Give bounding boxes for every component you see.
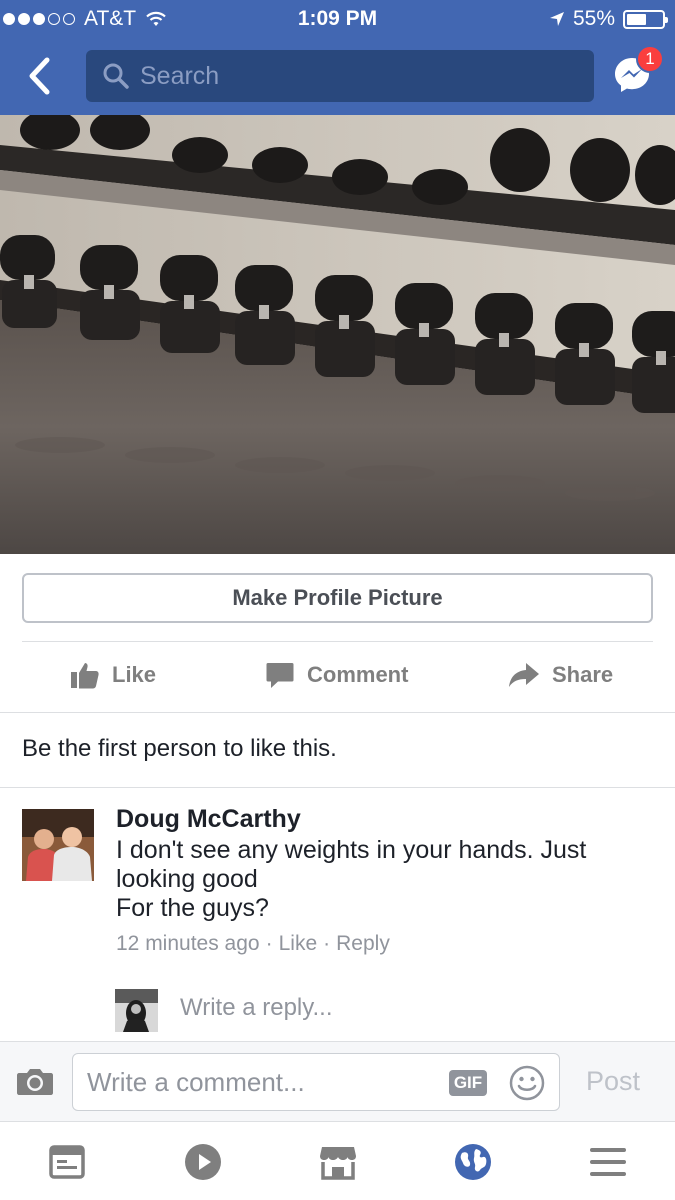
current-user-avatar — [115, 989, 158, 1032]
share-arrow-icon — [509, 663, 539, 687]
share-label: Share — [552, 662, 614, 687]
battery-percent: 55% — [572, 7, 615, 30]
tab-video[interactable] — [183, 1142, 223, 1182]
video-play-icon — [185, 1144, 221, 1180]
comment-input[interactable] — [87, 1066, 427, 1098]
post-photo[interactable] — [0, 115, 675, 554]
commenter-avatar[interactable] — [22, 809, 94, 881]
tab-marketplace[interactable] — [318, 1142, 358, 1182]
share-button[interactable]: Share — [508, 660, 613, 690]
battery-icon — [623, 9, 668, 29]
likes-summary: Be the first person to like this. — [22, 735, 337, 762]
comment-input-box[interactable]: GIF — [72, 1053, 560, 1111]
divider — [22, 641, 653, 642]
bottom-tab-bar — [0, 1121, 675, 1200]
tab-notifications[interactable] — [453, 1142, 493, 1182]
gif-button[interactable]: GIF — [449, 1070, 487, 1096]
comment-body: I don't see any weights in your hands. J… — [116, 836, 656, 923]
emoji-icon[interactable] — [509, 1065, 545, 1101]
thumbs-up-icon — [71, 663, 99, 689]
comment-bubble-icon — [266, 663, 294, 688]
like-label: Like — [112, 662, 157, 687]
search-bar[interactable] — [86, 50, 594, 102]
globe-icon — [455, 1144, 491, 1180]
tab-menu[interactable] — [588, 1142, 628, 1182]
post-button[interactable]: Post — [586, 1066, 640, 1097]
reply-input[interactable]: Write a reply... — [180, 994, 332, 1022]
comment-reply-link[interactable]: Reply — [336, 932, 390, 956]
search-icon — [103, 63, 129, 89]
comment-line: looking good — [116, 865, 258, 893]
like-button[interactable]: Like — [70, 660, 156, 690]
meta-separator: · — [265, 932, 273, 955]
status-bar: AT&T 1:09 PM 55% — [0, 0, 675, 38]
status-right: 55% — [549, 7, 668, 31]
comment-label: Comment — [307, 662, 409, 687]
make-profile-picture-button[interactable]: Make Profile Picture — [22, 573, 653, 623]
top-header: AT&T 1:09 PM 55% Search 1 — [0, 0, 675, 115]
comment-line: I don't see any weights in your hands. J… — [116, 836, 587, 864]
comment-button[interactable]: Comment — [265, 660, 408, 690]
avatar-photo — [22, 809, 94, 881]
avatar-photo — [115, 989, 158, 1032]
comment-like-link[interactable]: Like — [279, 932, 318, 956]
comment-composer: GIF Post — [0, 1041, 675, 1121]
divider — [0, 787, 675, 788]
dumbbell-rack-photo — [0, 115, 675, 554]
camera-icon[interactable] — [16, 1066, 54, 1096]
news-feed-icon — [49, 1145, 85, 1179]
messenger-badge: 1 — [636, 45, 664, 73]
marketplace-icon — [320, 1147, 356, 1180]
comment-line: For the guys? — [116, 894, 269, 922]
divider — [0, 712, 675, 713]
post-actions: Like Comment Share — [0, 650, 675, 705]
battery-fill — [627, 13, 646, 25]
location-arrow-icon — [549, 12, 564, 26]
comment-author[interactable]: Doug McCarthy — [116, 805, 301, 834]
chevron-left-icon — [29, 57, 50, 95]
search-input[interactable] — [140, 61, 560, 91]
hamburger-menu-icon — [590, 1148, 626, 1176]
comment-timestamp: 12 minutes ago — [116, 932, 260, 955]
meta-separator: · — [323, 932, 331, 955]
tab-news-feed[interactable] — [47, 1142, 87, 1182]
comment-meta: 12 minutes ago · Like · Reply — [116, 932, 390, 956]
back-button[interactable] — [22, 54, 56, 98]
